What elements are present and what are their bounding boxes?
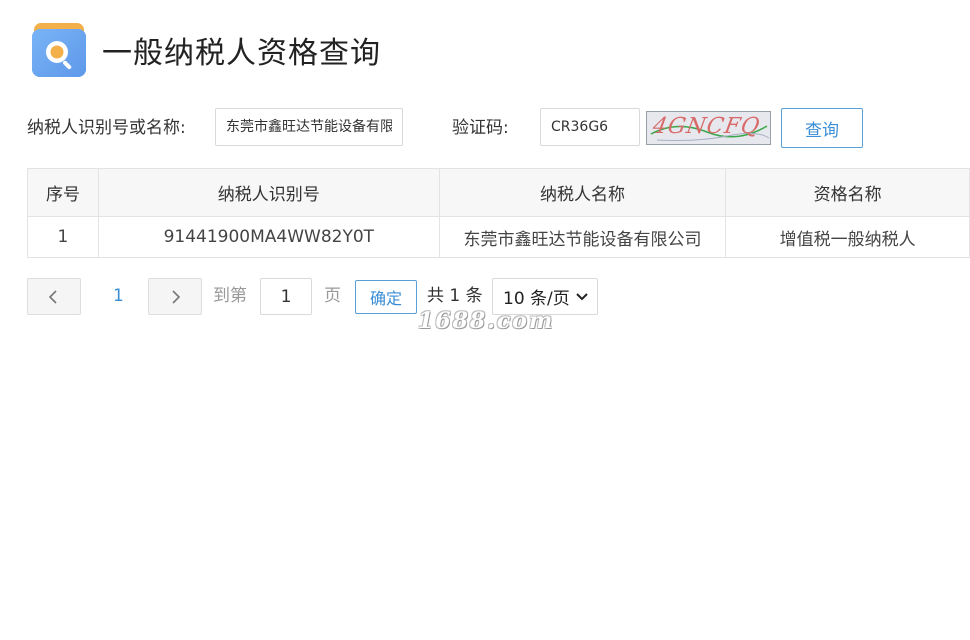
captcha-label: 验证码: [452,118,509,138]
search-form: 纳税人识别号或名称: 验证码: 4GNCFQ 查询 [27,108,887,148]
captcha-input[interactable] [540,108,640,146]
page-size-value: 10 条/页 [503,289,570,309]
page: 一般纳税人资格查询 纳税人识别号或名称: 验证码: 4GNCFQ 查询 序号 纳… [0,0,970,640]
cell-qualification: 增值税一般纳税人 [725,216,970,258]
confirm-button[interactable]: 确定 [355,280,417,314]
results-table: 序号 纳税人识别号 纳税人名称 资格名称 1 91441900MA4WW82Y0… [27,168,970,258]
cell-tax-id: 91441900MA4WW82Y0T [97,216,440,258]
cell-taxpayer-name: 东莞市鑫旺达节能设备有限公司 [438,216,727,258]
watermark: 1688.com [418,308,555,334]
current-page-number[interactable]: 1 [113,278,124,315]
chevron-right-icon [172,289,181,304]
goto-label: 到第 [213,286,247,306]
page-title: 一般纳税人资格查询 [102,36,381,71]
search-document-icon [30,21,88,79]
query-button[interactable]: 查询 [781,108,863,148]
chevron-down-icon [576,293,588,301]
chevron-left-icon [48,289,57,304]
captcha-text: 4GNCFQ [650,114,763,139]
page-unit-label: 页 [324,286,341,306]
goto-page-input[interactable] [260,278,312,315]
column-header-tax-id: 纳税人识别号 [97,168,440,217]
column-header-qualification: 资格名称 [725,168,970,217]
taxpayer-input[interactable] [215,108,403,146]
next-page-button[interactable] [148,278,202,315]
column-header-taxpayer-name: 纳税人名称 [438,168,727,217]
taxpayer-label: 纳税人识别号或名称: [27,118,186,138]
table-row: 1 91441900MA4WW82Y0T 东莞市鑫旺达节能设备有限公司 增值税一… [27,216,970,258]
column-header-index: 序号 [27,168,99,217]
table-header-row: 序号 纳税人识别号 纳税人名称 资格名称 [27,168,970,217]
cell-index: 1 [27,216,99,258]
prev-page-button[interactable] [27,278,81,315]
captcha-image[interactable]: 4GNCFQ [646,111,771,145]
page-header: 一般纳税人资格查询 [30,20,381,80]
